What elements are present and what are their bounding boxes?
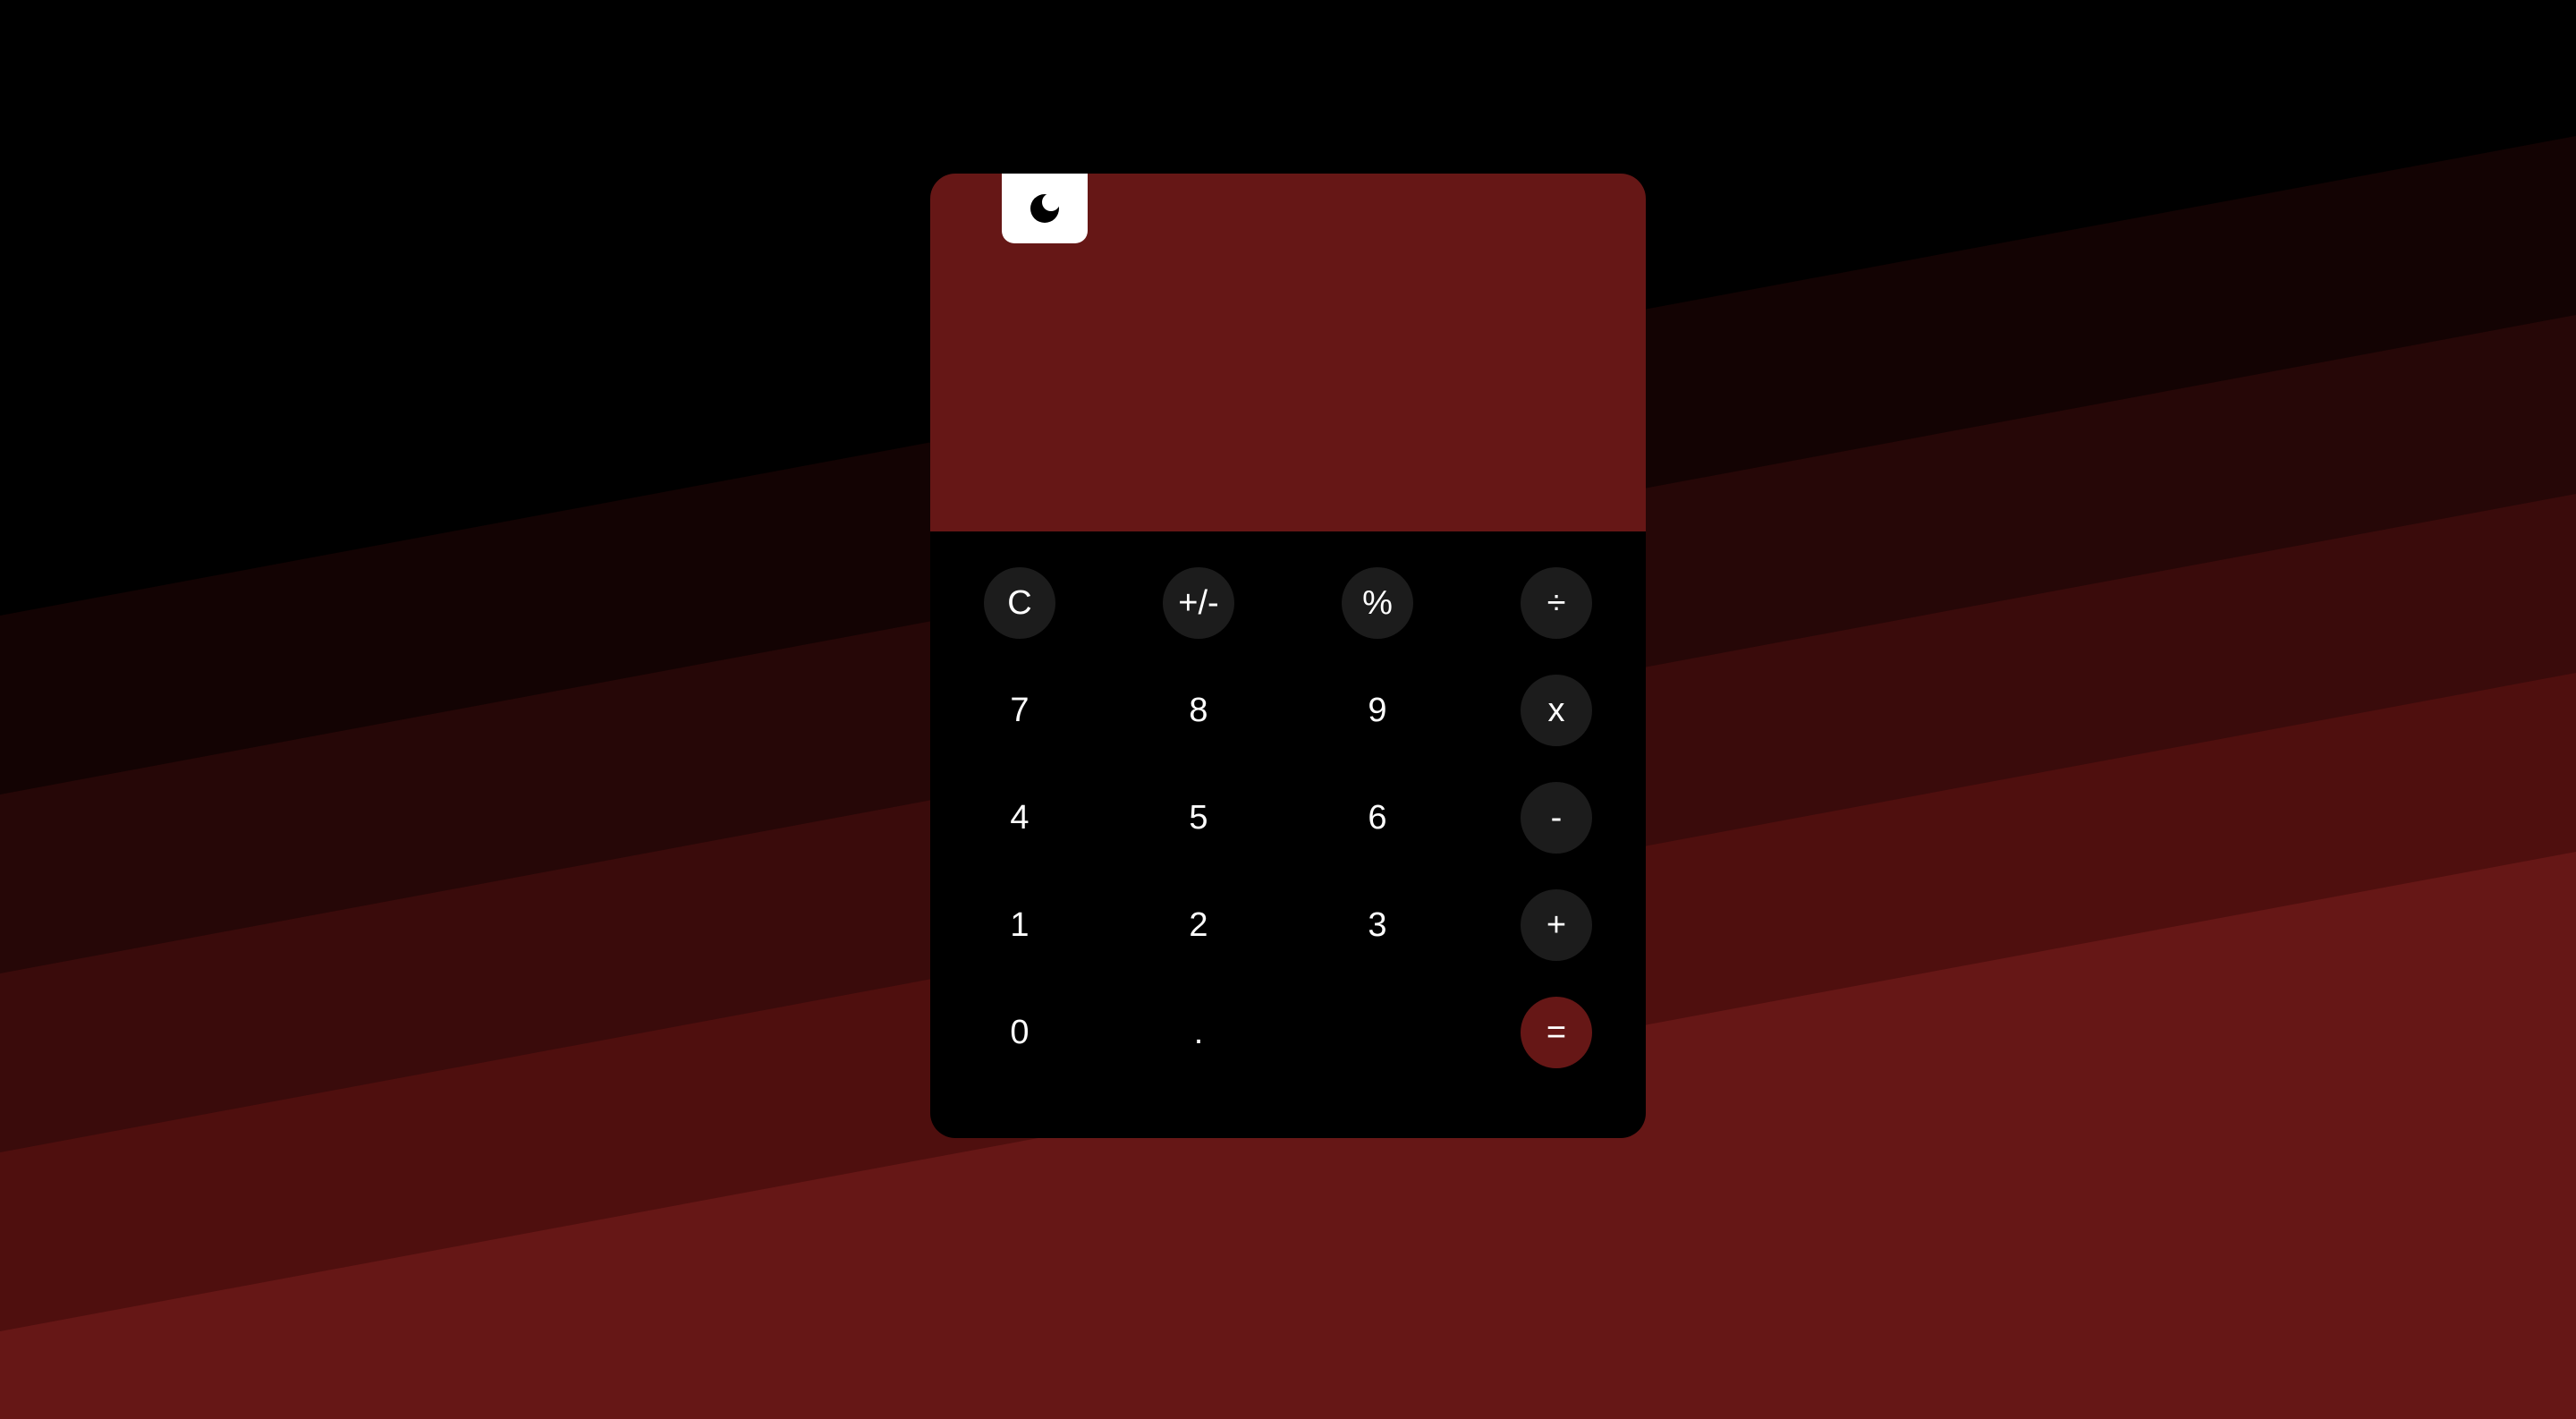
equals-button[interactable]: = [1521, 997, 1592, 1068]
toggle-sign-button[interactable]: +/- [1163, 567, 1234, 639]
digit-9-button[interactable]: 9 [1342, 675, 1413, 746]
divide-button[interactable]: ÷ [1521, 567, 1592, 639]
digit-6-button[interactable]: 6 [1342, 782, 1413, 854]
moon-icon [1030, 193, 1060, 223]
subtract-button[interactable]: - [1521, 782, 1592, 854]
percent-button[interactable]: % [1342, 567, 1413, 639]
digit-2-button[interactable]: 2 [1163, 889, 1234, 961]
digit-0-button[interactable]: 0 [984, 997, 1055, 1068]
keypad: C +/- % ÷ 7 8 9 x 4 5 6 - 1 2 3 + 0 . = [930, 531, 1646, 1138]
digit-7-button[interactable]: 7 [984, 675, 1055, 746]
digit-5-button[interactable]: 5 [1163, 782, 1234, 854]
digit-3-button[interactable]: 3 [1342, 889, 1413, 961]
calculator: C +/- % ÷ 7 8 9 x 4 5 6 - 1 2 3 + 0 . = [930, 174, 1646, 1138]
digit-8-button[interactable]: 8 [1163, 675, 1234, 746]
digit-1-button[interactable]: 1 [984, 889, 1055, 961]
clear-button[interactable]: C [984, 567, 1055, 639]
add-button[interactable]: + [1521, 889, 1592, 961]
multiply-button[interactable]: x [1521, 675, 1592, 746]
decimal-button[interactable]: . [1163, 997, 1234, 1068]
theme-toggle-button[interactable] [1002, 174, 1088, 243]
digit-4-button[interactable]: 4 [984, 782, 1055, 854]
